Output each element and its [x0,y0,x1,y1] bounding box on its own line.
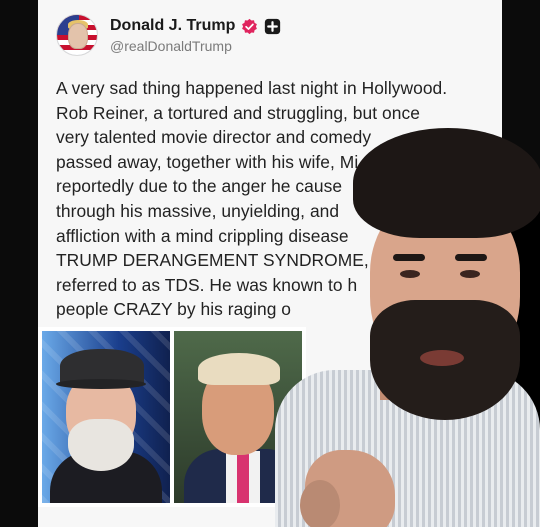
presenter-overlay [275,120,540,527]
photo-inset [38,327,306,507]
photo-hair [198,353,280,385]
presenter-brow [393,254,425,261]
photo-man-with-cap [42,331,170,503]
avatar[interactable] [56,14,98,56]
presenter-eye [400,270,420,278]
photo-cap-bill [56,379,146,389]
user-handle[interactable]: @realDonaldTrump [110,38,281,54]
presenter-hand-shadow [300,480,340,527]
post-line: A very sad thing happened last night in … [56,78,448,98]
presenter-hair [353,128,540,238]
post-author: Donald J. Trump @realDonaldTrump [110,16,281,54]
presenter-eye [460,270,480,278]
display-name[interactable]: Donald J. Trump [110,16,235,36]
verified-badge-icon [242,18,258,34]
video-frame-left [0,0,38,527]
avatar-face [68,23,88,49]
name-row: Donald J. Trump [110,16,281,36]
presenter-brow [455,254,487,261]
photo-tie [237,453,249,503]
presenter-mouth [420,350,464,366]
plus-square-icon[interactable] [264,18,281,35]
post-header: Donald J. Trump @realDonaldTrump [56,14,281,56]
photo-beard [68,419,134,471]
